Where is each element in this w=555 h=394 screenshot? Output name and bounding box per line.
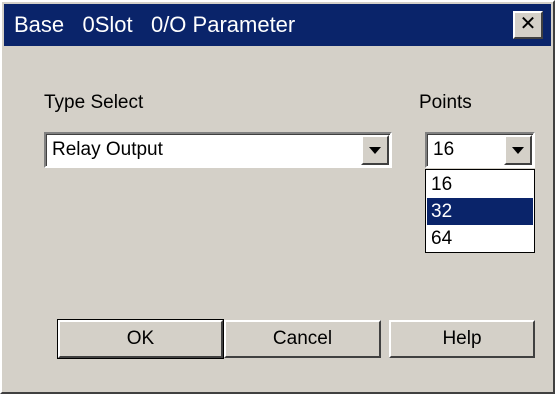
parameter-dialog: Base 0Slot 0/O Parameter ✕ Type Select P…	[0, 0, 555, 394]
type-select-field: Relay Output	[46, 134, 390, 166]
points-value: 16	[433, 139, 455, 160]
chevron-down-icon[interactable]	[361, 135, 389, 165]
points-option-32[interactable]: 32	[427, 198, 533, 225]
points-label: Points	[419, 92, 472, 113]
close-button[interactable]: ✕	[513, 11, 543, 39]
type-select-combobox[interactable]: Relay Output	[44, 132, 392, 168]
points-option-16[interactable]: 16	[427, 171, 533, 198]
type-select-label: Type Select	[44, 92, 144, 113]
points-combobox[interactable]: 16	[425, 132, 535, 168]
window-title: Base 0Slot 0/O Parameter	[14, 12, 296, 37]
ok-button[interactable]: OK	[57, 319, 224, 359]
type-select-value: Relay Output	[52, 139, 163, 160]
chevron-down-icon[interactable]	[504, 135, 532, 165]
title-bar[interactable]: Base 0Slot 0/O Parameter ✕	[4, 4, 551, 46]
points-option-64[interactable]: 64	[427, 225, 533, 252]
points-dropdown-list: 16 32 64	[425, 169, 535, 253]
cancel-button[interactable]: Cancel	[224, 320, 381, 358]
help-button[interactable]: Help	[389, 320, 535, 358]
close-icon: ✕	[519, 13, 537, 35]
